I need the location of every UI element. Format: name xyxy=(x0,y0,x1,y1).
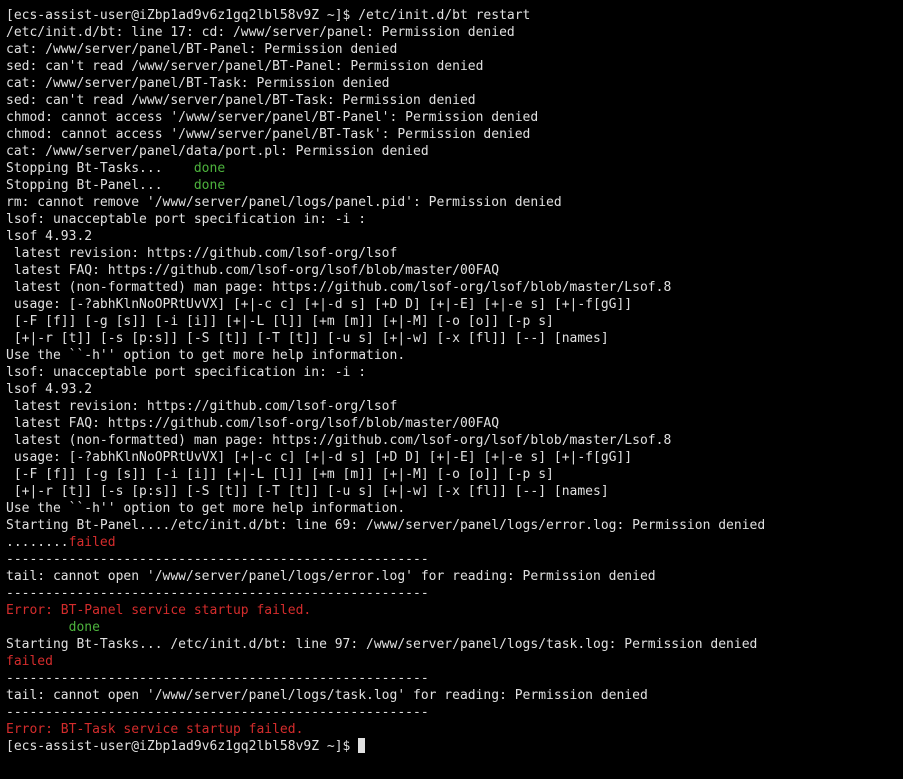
terminal-line: ........failed xyxy=(6,534,903,551)
terminal-line: Stopping Bt-Tasks... done xyxy=(6,160,903,177)
terminal-text: [-F [f]] [-g [s]] [-i [i]] [+|-L [l]] [+… xyxy=(6,467,554,482)
terminal-line: lsof: unacceptable port specification in… xyxy=(6,364,903,381)
terminal-line: lsof: unacceptable port specification in… xyxy=(6,211,903,228)
terminal-line: usage: [-?abhKlnNoOPRtUvVX] [+|-c c] [+|… xyxy=(6,296,903,313)
terminal-line: [-F [f]] [-g [s]] [-i [i]] [+|-L [l]] [+… xyxy=(6,466,903,483)
terminal-text: tail: cannot open '/www/server/panel/log… xyxy=(6,569,656,584)
terminal-line: failed xyxy=(6,653,903,670)
terminal-line: [-F [f]] [-g [s]] [-i [i]] [+|-L [l]] [+… xyxy=(6,313,903,330)
terminal-line: tail: cannot open '/www/server/panel/log… xyxy=(6,568,903,585)
terminal-line: [ecs-assist-user@iZbp1ad9v6z1gq2lbl58v9Z… xyxy=(6,7,903,24)
terminal-line: latest (non-formatted) man page: https:/… xyxy=(6,432,903,449)
terminal-text: usage: [-?abhKlnNoOPRtUvVX] [+|-c c] [+|… xyxy=(6,297,633,312)
terminal-line: chmod: cannot access '/www/server/panel/… xyxy=(6,109,903,126)
terminal-text: tail: cannot open '/www/server/panel/log… xyxy=(6,688,648,703)
terminal-window[interactable]: [ecs-assist-user@iZbp1ad9v6z1gq2lbl58v9Z… xyxy=(0,0,903,779)
terminal-text: usage: [-?abhKlnNoOPRtUvVX] [+|-c c] [+|… xyxy=(6,450,633,465)
terminal-line: latest revision: https://github.com/lsof… xyxy=(6,398,903,415)
terminal-text: [+|-r [t]] [-s [p:s]] [-S [t]] [-T [t]] … xyxy=(6,331,609,346)
status-error-text: failed xyxy=(68,535,116,550)
terminal-text: sed: can't read /www/server/panel/BT-Tas… xyxy=(6,93,476,108)
terminal-text: sed: can't read /www/server/panel/BT-Pan… xyxy=(6,59,484,74)
terminal-text: [ecs-assist-user@iZbp1ad9v6z1gq2lbl58v9Z… xyxy=(6,8,531,23)
terminal-text: Use the ``-h'' option to get more help i… xyxy=(6,348,406,363)
terminal-line: rm: cannot remove '/www/server/panel/log… xyxy=(6,194,903,211)
terminal-line: Starting Bt-Tasks... /etc/init.d/bt: lin… xyxy=(6,636,903,653)
terminal-line: latest (non-formatted) man page: https:/… xyxy=(6,279,903,296)
terminal-text: [-F [f]] [-g [s]] [-i [i]] [+|-L [l]] [+… xyxy=(6,314,554,329)
terminal-text: ----------------------------------------… xyxy=(6,586,429,601)
terminal-output: [ecs-assist-user@iZbp1ad9v6z1gq2lbl58v9Z… xyxy=(6,7,903,738)
terminal-text: latest FAQ: https://github.com/lsof-org/… xyxy=(6,416,500,431)
terminal-text: latest revision: https://github.com/lsof… xyxy=(6,399,398,414)
terminal-line: chmod: cannot access '/www/server/panel/… xyxy=(6,126,903,143)
terminal-prompt-line[interactable]: [ecs-assist-user@iZbp1ad9v6z1gq2lbl58v9Z… xyxy=(6,738,903,755)
terminal-line: latest FAQ: https://github.com/lsof-org/… xyxy=(6,415,903,432)
terminal-text: Starting Bt-Panel..../etc/init.d/bt: lin… xyxy=(6,518,766,533)
terminal-text: /etc/init.d/bt: line 17: cd: /www/server… xyxy=(6,25,515,40)
terminal-line: Error: BT-Panel service startup failed. xyxy=(6,602,903,619)
terminal-text: lsof: unacceptable port specification in… xyxy=(6,212,367,227)
terminal-line: [+|-r [t]] [-s [p:s]] [-S [t]] [-T [t]] … xyxy=(6,483,903,500)
terminal-text: Stopping Bt-Tasks... xyxy=(6,161,194,176)
terminal-line: latest revision: https://github.com/lsof… xyxy=(6,245,903,262)
terminal-line: ----------------------------------------… xyxy=(6,704,903,721)
terminal-line: Stopping Bt-Panel... done xyxy=(6,177,903,194)
terminal-text: ----------------------------------------… xyxy=(6,671,429,686)
terminal-line: lsof 4.93.2 xyxy=(6,228,903,245)
terminal-text: ----------------------------------------… xyxy=(6,552,429,567)
terminal-text: lsof 4.93.2 xyxy=(6,382,93,397)
terminal-line: sed: can't read /www/server/panel/BT-Tas… xyxy=(6,92,903,109)
terminal-line: Starting Bt-Panel..../etc/init.d/bt: lin… xyxy=(6,517,903,534)
terminal-text: Stopping Bt-Panel... xyxy=(6,178,194,193)
terminal-line: /etc/init.d/bt: line 17: cd: /www/server… xyxy=(6,24,903,41)
terminal-line: tail: cannot open '/www/server/panel/log… xyxy=(6,687,903,704)
terminal-text: cat: /www/server/panel/data/port.pl: Per… xyxy=(6,144,429,159)
text-cursor xyxy=(358,738,366,753)
status-error-text: failed xyxy=(6,654,53,669)
terminal-line: latest FAQ: https://github.com/lsof-org/… xyxy=(6,262,903,279)
terminal-line: [+|-r [t]] [-s [p:s]] [-S [t]] [-T [t]] … xyxy=(6,330,903,347)
terminal-line: lsof 4.93.2 xyxy=(6,381,903,398)
terminal-line: ----------------------------------------… xyxy=(6,670,903,687)
terminal-text: latest (non-formatted) man page: https:/… xyxy=(6,280,672,295)
terminal-line: ----------------------------------------… xyxy=(6,551,903,568)
terminal-text: Use the ``-h'' option to get more help i… xyxy=(6,501,406,516)
terminal-line: sed: can't read /www/server/panel/BT-Pan… xyxy=(6,58,903,75)
terminal-line: Use the ``-h'' option to get more help i… xyxy=(6,347,903,364)
terminal-text: chmod: cannot access '/www/server/panel/… xyxy=(6,110,539,125)
status-error-text: Error: BT-Task service startup failed. xyxy=(6,722,304,737)
terminal-text: rm: cannot remove '/www/server/panel/log… xyxy=(6,195,562,210)
terminal-line: ----------------------------------------… xyxy=(6,585,903,602)
terminal-line: Use the ``-h'' option to get more help i… xyxy=(6,500,903,517)
terminal-text: cat: /www/server/panel/BT-Panel: Permiss… xyxy=(6,42,398,57)
terminal-text: chmod: cannot access '/www/server/panel/… xyxy=(6,127,531,142)
terminal-text: ----------------------------------------… xyxy=(6,705,429,720)
terminal-text: lsof: unacceptable port specification in… xyxy=(6,365,367,380)
terminal-line: done xyxy=(6,619,903,636)
shell-prompt: [ecs-assist-user@iZbp1ad9v6z1gq2lbl58v9Z… xyxy=(6,739,359,754)
status-error-text: Error: BT-Panel service startup failed. xyxy=(6,603,312,618)
terminal-line: cat: /www/server/panel/data/port.pl: Per… xyxy=(6,143,903,160)
terminal-text: cat: /www/server/panel/BT-Task: Permissi… xyxy=(6,76,390,91)
status-done-text: done xyxy=(68,620,100,635)
terminal-line: cat: /www/server/panel/BT-Panel: Permiss… xyxy=(6,41,903,58)
terminal-text: lsof 4.93.2 xyxy=(6,229,93,244)
terminal-text: latest revision: https://github.com/lsof… xyxy=(6,246,398,261)
terminal-line: cat: /www/server/panel/BT-Task: Permissi… xyxy=(6,75,903,92)
status-done-text: done xyxy=(193,178,226,193)
terminal-text: [+|-r [t]] [-s [p:s]] [-S [t]] [-T [t]] … xyxy=(6,484,609,499)
status-done-text: done xyxy=(193,161,226,176)
terminal-text: latest (non-formatted) man page: https:/… xyxy=(6,433,672,448)
terminal-text: latest FAQ: https://github.com/lsof-org/… xyxy=(6,263,500,278)
terminal-line: Error: BT-Task service startup failed. xyxy=(6,721,903,738)
terminal-line: usage: [-?abhKlnNoOPRtUvVX] [+|-c c] [+|… xyxy=(6,449,903,466)
terminal-text: ........ xyxy=(6,535,69,550)
terminal-text: Starting Bt-Tasks... /etc/init.d/bt: lin… xyxy=(6,637,758,652)
